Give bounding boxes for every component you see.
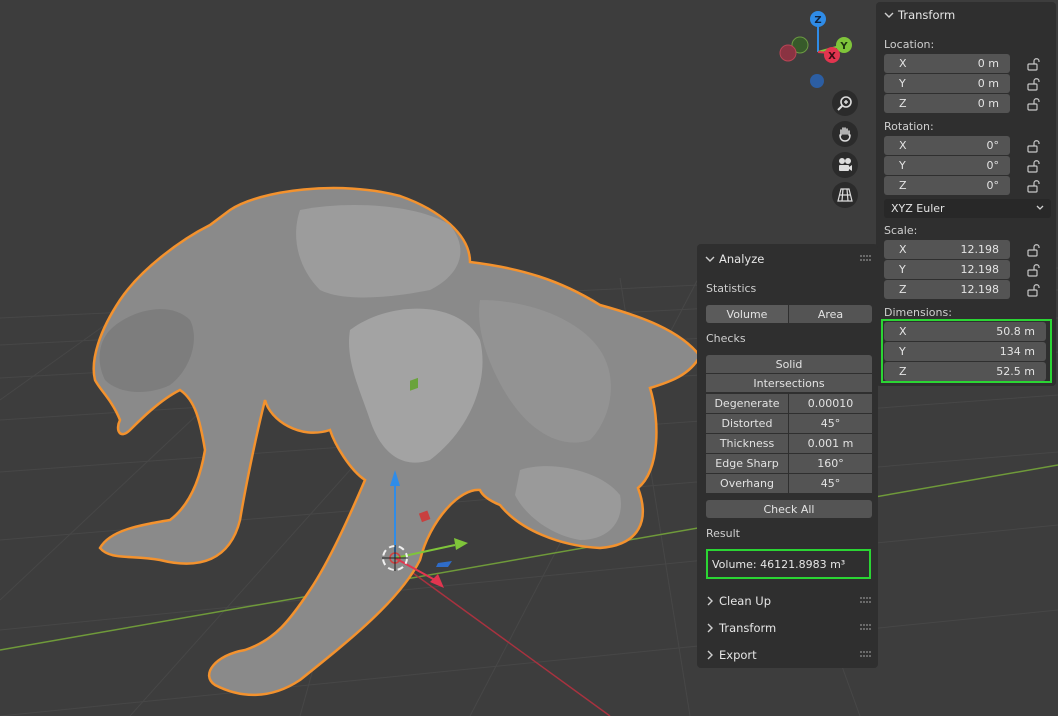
lock-icon[interactable] [1026,96,1042,112]
lock-icon[interactable] [1026,56,1042,72]
lock-icon[interactable] [1026,138,1042,154]
lock-icon[interactable] [1026,242,1042,258]
location-label: Location: [884,38,935,51]
chevron-right-icon [703,648,717,662]
scale-y-field[interactable]: Y 12.198 [884,260,1010,279]
degenerate-row: Degenerate 0.00010 [706,394,872,413]
distorted-button[interactable]: Distorted [706,414,788,433]
distorted-row: Distorted 45° [706,414,872,433]
solid-check-button[interactable]: Solid [706,355,872,373]
rotation-label: Rotation: [884,120,934,133]
location-z-field[interactable]: Z0 m [884,94,1010,113]
checks-label: Checks [706,332,746,345]
thickness-button[interactable]: Thickness [706,434,788,453]
export-panel-title: Export [719,648,757,662]
chevron-down-icon [882,8,896,22]
rotation-y-field[interactable]: Y 0° [884,156,1010,175]
drag-handle-icon[interactable] [860,255,872,263]
lock-icon[interactable] [1026,262,1042,278]
degenerate-threshold-field[interactable]: 0.00010 [789,394,872,413]
gizmo-z-label: Z [814,15,821,26]
area-button[interactable]: Area [789,305,872,323]
volume-button[interactable]: Volume [706,305,788,323]
dimensions-label: Dimensions: [884,306,952,319]
chevron-right-icon [703,594,717,608]
zoom-icon[interactable] [832,90,858,116]
volume-result-box: Volume: 46121.8983 m³ [706,549,871,579]
location-y-field[interactable]: Y0 m [884,74,1010,93]
transform-sub-panel-header[interactable]: Transform [697,617,878,639]
navigation-gizmo[interactable]: Z Y X [779,11,852,88]
dimensions-highlight-box [881,319,1052,383]
location-x-field[interactable]: X0 m [884,54,1010,73]
gizmo-x-label: X [828,51,836,62]
selected-mesh-object[interactable] [92,186,702,697]
chevron-down-icon [1034,202,1046,217]
transform-sub-panel-title: Transform [719,621,777,635]
distorted-threshold-field[interactable]: 45° [789,414,872,433]
cleanup-panel-header[interactable]: Clean Up [697,590,878,612]
overhang-row: Overhang 45° [706,474,872,493]
perspective-grid-icon[interactable] [832,182,858,208]
drag-handle-icon[interactable] [860,597,872,605]
transform-panel-header[interactable]: Transform [876,4,1056,26]
lock-icon[interactable] [1026,158,1042,174]
result-label: Result [706,527,740,540]
x-axis-line [394,559,611,716]
intersections-check-button[interactable]: Intersections [706,374,872,392]
overhang-threshold-field[interactable]: 45° [789,474,872,493]
check-all-button[interactable]: Check All [706,500,872,518]
analyze-panel-title: Analyze [719,252,765,266]
thickness-threshold-field[interactable]: 0.001 m [789,434,872,453]
lock-icon[interactable] [1026,76,1042,92]
rotation-z-field[interactable]: Z 0° [884,176,1010,195]
rotation-x-field[interactable]: X 0° [884,136,1010,155]
transform-panel-title: Transform [898,8,956,22]
pan-hand-icon[interactable] [832,121,858,147]
overhang-button[interactable]: Overhang [706,474,788,493]
chevron-down-icon [703,252,717,266]
lock-icon[interactable] [1026,282,1042,298]
drag-handle-icon[interactable] [860,624,872,632]
drag-handle-icon[interactable] [860,651,872,659]
edge-sharp-row: Edge Sharp 160° [706,454,872,473]
gizmo-y-label: Y [839,41,848,52]
cleanup-panel-title: Clean Up [719,594,772,608]
edge-sharp-threshold-field[interactable]: 160° [789,454,872,473]
rotation-mode-select[interactable]: XYZ Euler [884,199,1051,218]
lock-icon[interactable] [1026,178,1042,194]
analyze-panel-header[interactable]: Analyze [697,248,878,270]
edge-sharp-button[interactable]: Edge Sharp [706,454,788,473]
scale-label: Scale: [884,224,918,237]
scale-x-field[interactable]: X 12.198 [884,240,1010,259]
analyze-panel: Analyze Statistics Volume Area Checks So… [697,244,878,668]
scale-z-field[interactable]: Z 12.198 [884,280,1010,299]
chevron-right-icon [703,621,717,635]
export-panel-header[interactable]: Export [697,644,878,666]
camera-view-icon[interactable] [832,152,858,178]
transform-sidebar-panel: Transform Location: X0 m Y0 m Z0 m Rotat… [876,2,1056,386]
degenerate-button[interactable]: Degenerate [706,394,788,413]
thickness-row: Thickness 0.001 m [706,434,872,453]
volume-result-text: Volume: 46121.8983 m³ [712,557,846,571]
statistics-label: Statistics [706,282,757,295]
